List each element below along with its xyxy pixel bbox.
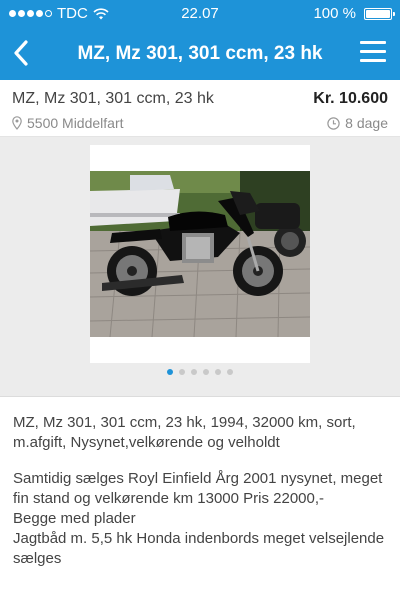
status-bar: TDC 22.07 100 %: [0, 0, 400, 27]
photo-pager[interactable]: [0, 369, 400, 375]
description-paragraph-2: Samtidig sælges Royl Einfield Årg 2001 n…: [13, 470, 385, 567]
pager-dot[interactable]: [215, 369, 221, 375]
description-paragraph-1: MZ, Mz 301, 301 ccm, 23 hk, 1994, 32000 …: [13, 414, 356, 451]
listing-age: 8 dage: [327, 115, 388, 131]
listing-header: MZ, Mz 301, 301 ccm, 23 hk Kr. 10.600 55…: [0, 80, 400, 137]
pager-dot[interactable]: [191, 369, 197, 375]
app-header: TDC 22.07 100 % MZ, Mz 301, 301 ccm, 23 …: [0, 0, 400, 80]
location-text: 5500 Middelfart: [27, 115, 124, 131]
menu-line: [360, 59, 386, 62]
chevron-left-icon[interactable]: [8, 36, 38, 70]
listing-price: Kr. 10.600: [313, 90, 388, 107]
status-right: 100 %: [313, 5, 395, 22]
age-text: 8 dage: [345, 115, 388, 131]
pager-dot[interactable]: [203, 369, 209, 375]
battery-icon: [364, 7, 395, 20]
pager-dot[interactable]: [227, 369, 233, 375]
menu-line: [360, 41, 386, 44]
clock-icon: [327, 116, 340, 130]
pager-dot[interactable]: [167, 369, 173, 375]
hamburger-menu-icon[interactable]: [360, 41, 386, 65]
listing-title: MZ, Mz 301, 301 ccm, 23 hk: [12, 90, 214, 107]
photo-frame[interactable]: [90, 145, 310, 363]
battery-percent: 100 %: [313, 5, 356, 22]
page-title: MZ, Mz 301, 301 ccm, 23 hk: [77, 42, 323, 64]
navigation-bar: MZ, Mz 301, 301 ccm, 23 hk: [0, 27, 400, 80]
map-pin-icon: [12, 116, 22, 130]
menu-line: [360, 50, 386, 53]
pager-dot[interactable]: [179, 369, 185, 375]
listing-location: 5500 Middelfart: [12, 115, 124, 131]
listing-description: MZ, Mz 301, 301 ccm, 23 hk, 1994, 32000 …: [0, 397, 400, 569]
photo-gallery[interactable]: [0, 137, 400, 397]
motorcycle-photo[interactable]: [90, 171, 310, 337]
battery-level-fill: [366, 9, 390, 18]
